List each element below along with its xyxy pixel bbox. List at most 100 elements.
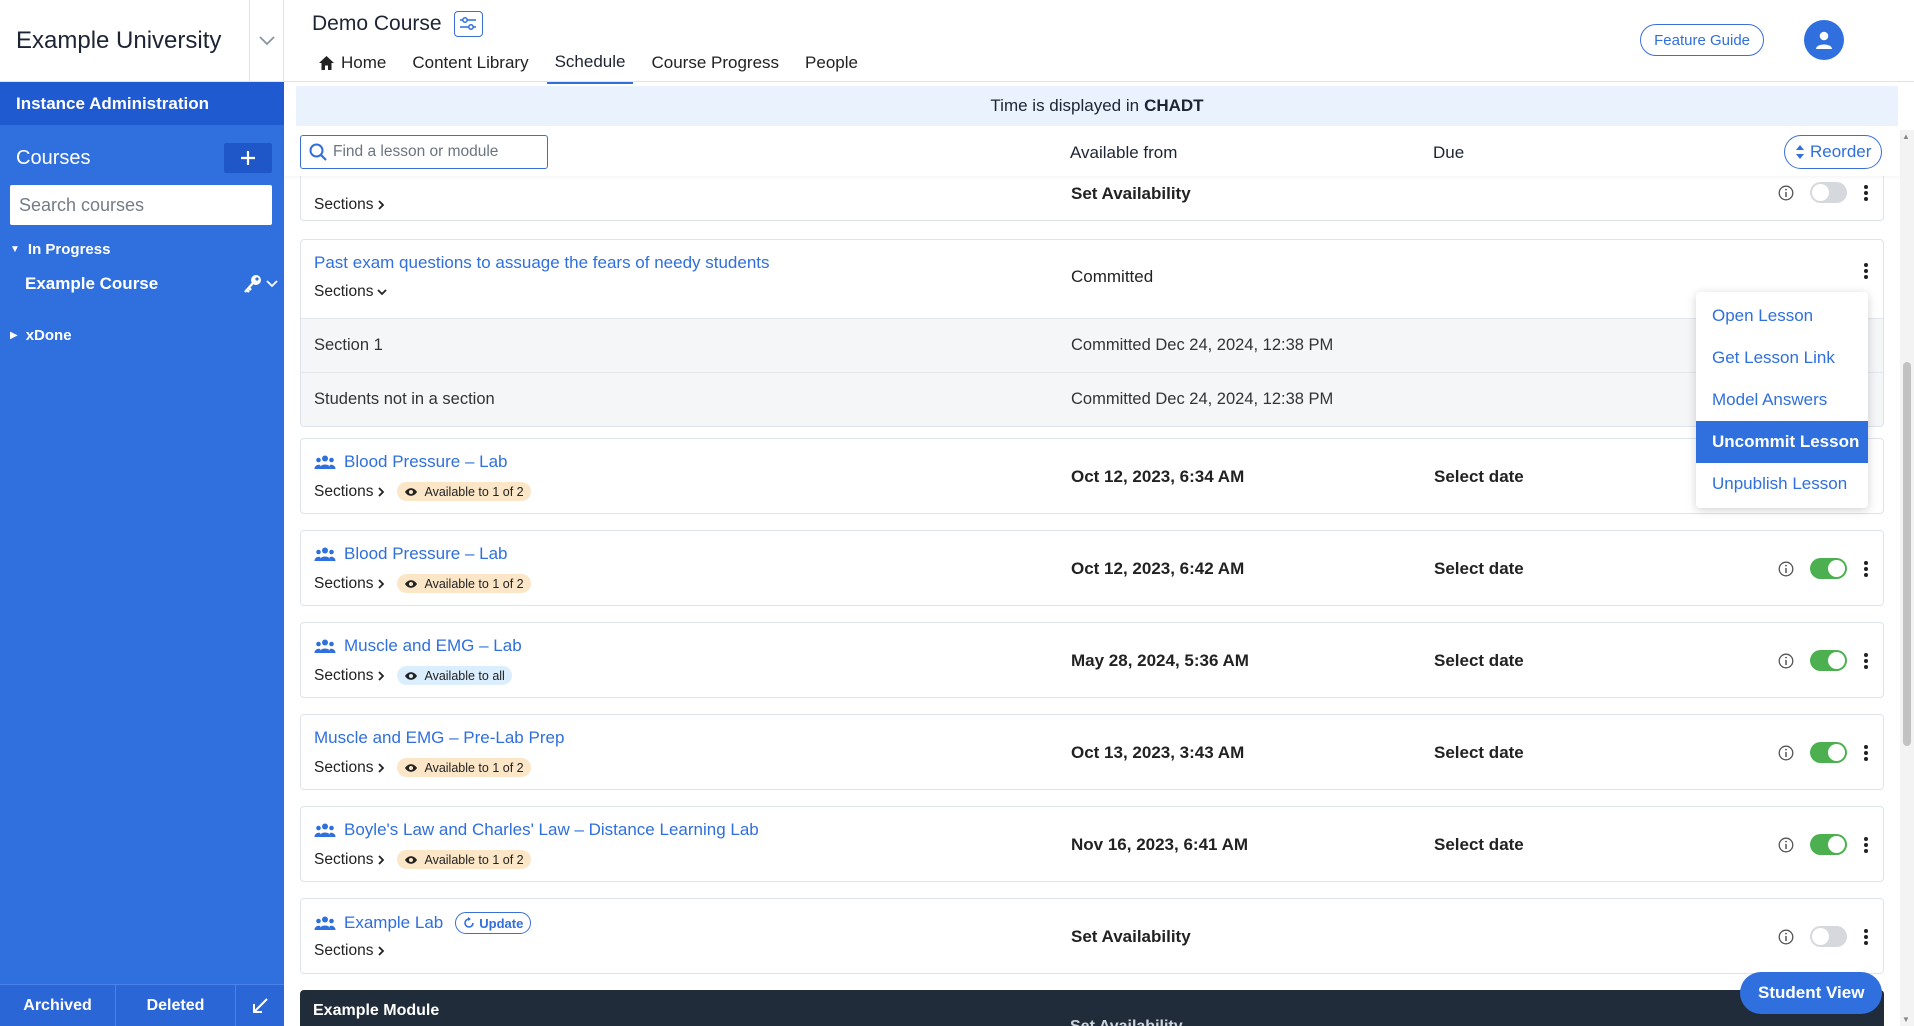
info-icon[interactable] [1778, 653, 1794, 669]
info-icon[interactable] [1778, 745, 1794, 761]
more-options-icon[interactable] [1863, 836, 1869, 854]
reorder-button[interactable]: Reorder [1784, 135, 1883, 169]
page-scrollbar[interactable]: ▲ ▼ [1900, 130, 1914, 1026]
available-from[interactable]: Set Availability [1071, 927, 1191, 947]
lesson-title-link[interactable]: Muscle and EMG – Pre-Lab Prep [314, 728, 564, 748]
availability-badge: Available to 1 of 2 [397, 758, 531, 777]
student-view-button[interactable]: Student View [1740, 972, 1883, 1014]
lesson-title-link[interactable]: Blood Pressure – Lab [314, 452, 508, 472]
scroll-down-arrow-icon[interactable]: ▼ [1902, 1015, 1910, 1024]
due-date[interactable]: Select date [1434, 559, 1524, 579]
university-switcher[interactable]: Example University [0, 0, 284, 82]
more-options-icon[interactable] [1863, 560, 1869, 578]
scrollbar-thumb[interactable] [1903, 362, 1911, 746]
more-options-icon[interactable] [1863, 744, 1869, 762]
timezone-value: CHADT [1144, 96, 1204, 115]
scroll-up-arrow-icon[interactable]: ▲ [1902, 132, 1910, 141]
chevron-down-icon[interactable] [249, 0, 283, 82]
sections-label: Sections [314, 196, 374, 213]
availability-badge: Available to all [397, 666, 512, 685]
menu-get-lesson-link[interactable]: Get Lesson Link [1696, 337, 1868, 379]
group-in-progress[interactable]: ▼ In Progress [0, 237, 284, 261]
chevron-right-icon [378, 578, 385, 589]
module-available-from[interactable]: Set Availability [1070, 1018, 1183, 1026]
user-menu-button[interactable] [1804, 20, 1844, 60]
lesson-title-link[interactable]: Past exam questions to assuage the fears… [314, 253, 770, 273]
sections-toggle[interactable]: Sections [314, 196, 385, 214]
more-options-icon[interactable] [1863, 928, 1869, 946]
sections-toggle[interactable]: Sections [314, 283, 388, 301]
more-options-icon[interactable] [1863, 184, 1869, 202]
archived-button[interactable]: Archived [0, 984, 116, 1026]
lesson-row: Past exam questions to assuage the fears… [300, 239, 1884, 427]
sections-toggle[interactable]: Sections [314, 575, 385, 593]
lesson-row: Blood Pressure – Lab Sections Available … [300, 530, 1884, 606]
info-icon[interactable] [1778, 929, 1794, 945]
publish-toggle[interactable] [1810, 742, 1847, 763]
available-from[interactable]: Oct 12, 2023, 6:34 AM [1071, 467, 1244, 487]
module-row[interactable]: Example Module Set Availability [300, 990, 1884, 1026]
user-icon [1816, 31, 1832, 49]
lesson-title-link[interactable]: Boyle's Law and Charles' Law – Distance … [314, 820, 759, 840]
sections-toggle[interactable]: Sections [314, 851, 385, 869]
course-settings-button[interactable] [453, 11, 483, 37]
feature-guide-button[interactable]: Feature Guide [1640, 24, 1764, 56]
publish-toggle[interactable] [1810, 182, 1847, 203]
available-from[interactable]: Nov 16, 2023, 6:41 AM [1071, 835, 1248, 855]
available-from[interactable]: Oct 13, 2023, 3:43 AM [1071, 743, 1244, 763]
tab-home[interactable]: Home [310, 48, 394, 84]
key-icon[interactable] [242, 273, 264, 295]
availability-badge-text: Available to 1 of 2 [424, 760, 524, 775]
tab-course-progress[interactable]: Course Progress [643, 48, 787, 84]
collapse-sidebar-button[interactable] [236, 996, 284, 1016]
publish-toggle[interactable] [1810, 834, 1847, 855]
courses-header: Courses [0, 135, 284, 181]
tab-home-label: Home [341, 53, 387, 72]
menu-unpublish-lesson[interactable]: Unpublish Lesson [1696, 463, 1868, 505]
search-courses-field[interactable] [10, 185, 272, 225]
publish-toggle[interactable] [1810, 926, 1847, 947]
tab-content-library[interactable]: Content Library [404, 48, 536, 84]
group-icon [314, 639, 336, 653]
menu-uncommit-lesson[interactable]: Uncommit Lesson [1696, 421, 1868, 463]
info-icon[interactable] [1778, 185, 1794, 201]
find-lesson-input[interactable] [333, 143, 538, 161]
sections-toggle[interactable]: Sections [314, 667, 385, 685]
due-date[interactable]: Select date [1434, 651, 1524, 671]
menu-model-answers[interactable]: Model Answers [1696, 379, 1868, 421]
search-courses-input[interactable] [19, 194, 272, 216]
due-date[interactable]: Select date [1434, 743, 1524, 763]
sections-toggle[interactable]: Sections [314, 942, 385, 960]
chevron-down-icon[interactable] [266, 280, 278, 288]
lesson-controls [1863, 262, 1869, 280]
info-icon[interactable] [1778, 837, 1794, 853]
lesson-title-link[interactable]: Muscle and EMG – Lab [314, 636, 522, 656]
sidebar-footer: Archived Deleted [0, 984, 284, 1026]
more-options-icon[interactable] [1863, 262, 1869, 280]
more-options-icon[interactable] [1863, 652, 1869, 670]
due-date[interactable]: Select date [1434, 835, 1524, 855]
group-done[interactable]: ▶ xDone [0, 323, 284, 347]
available-from[interactable]: Set Availability [1071, 184, 1191, 204]
lesson-title-link[interactable]: Blood Pressure – Lab [314, 544, 508, 564]
instance-administration-link[interactable]: Instance Administration [0, 82, 284, 125]
sections-toggle[interactable]: Sections [314, 483, 385, 501]
update-badge[interactable]: Update [455, 912, 532, 934]
menu-open-lesson[interactable]: Open Lesson [1696, 295, 1868, 337]
sections-toggle[interactable]: Sections [314, 759, 385, 777]
lesson-row: Sections Set Availability [300, 173, 1884, 221]
add-course-button[interactable] [224, 143, 272, 173]
lesson-title-link[interactable]: Example Lab Update [314, 912, 532, 934]
tab-people[interactable]: People [797, 48, 866, 84]
info-icon[interactable] [1778, 561, 1794, 577]
available-from[interactable]: Oct 12, 2023, 6:42 AM [1071, 559, 1244, 579]
publish-toggle[interactable] [1810, 650, 1847, 671]
find-lesson-field[interactable] [300, 135, 548, 169]
tab-schedule[interactable]: Schedule [546, 48, 634, 84]
deleted-button[interactable]: Deleted [116, 984, 236, 1026]
publish-toggle[interactable] [1810, 558, 1847, 579]
lesson-sections-row: Sections Available to 1 of 2 [314, 758, 531, 777]
available-from[interactable]: May 28, 2024, 5:36 AM [1071, 651, 1249, 671]
due-date[interactable]: Select date [1434, 467, 1524, 487]
course-item-example[interactable]: Example Course [0, 267, 284, 301]
